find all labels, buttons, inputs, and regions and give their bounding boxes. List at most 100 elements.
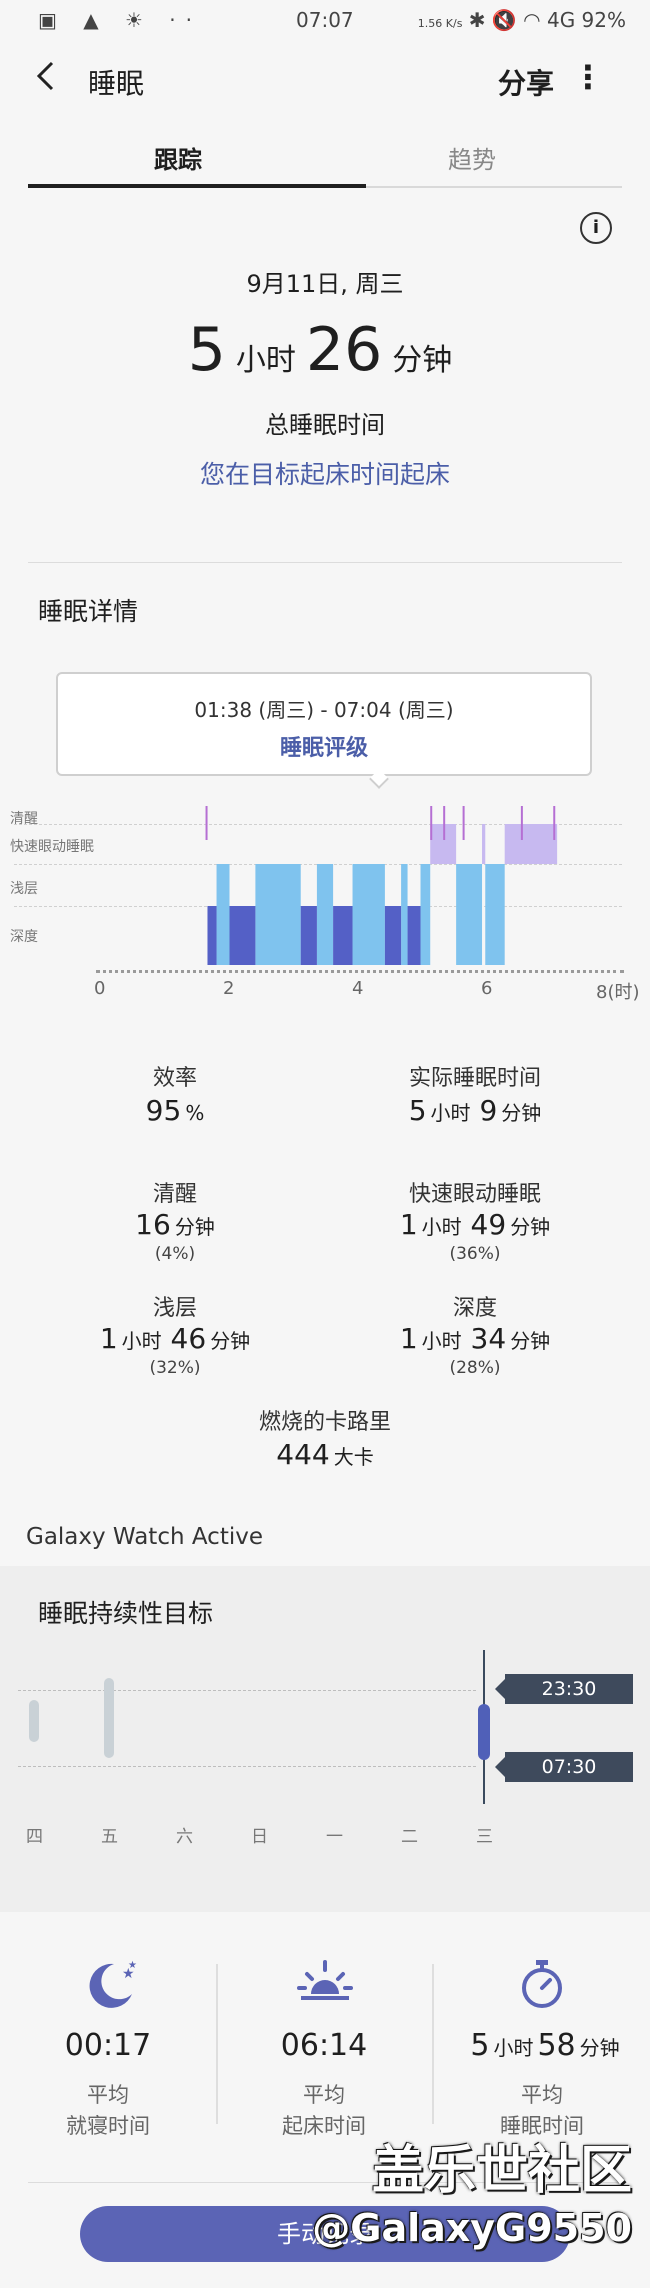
deep-label: 深度 [452, 1296, 497, 1321]
stage-segment-浅层-4 [401, 864, 408, 965]
rem-value: 1 小时 49 分钟 [399, 1208, 551, 1241]
day-sun: 日 [251, 1827, 268, 1847]
stage-segment-清醒-5 [553, 806, 556, 840]
waketime-target-tag: 07:30 [495, 1752, 633, 1782]
stage-segment-清醒-4 [520, 806, 523, 840]
x-axis [96, 970, 624, 973]
stage-segment-浅层-3 [352, 864, 385, 965]
awake-value: 16 分钟 [135, 1208, 215, 1241]
net-speed: 1.56 K/s [417, 17, 463, 30]
info-icon[interactable]: i [580, 212, 612, 244]
goal-bar-thu [29, 1700, 39, 1742]
tab-active-indicator [28, 184, 366, 188]
stage-segment-清醒-1 [430, 806, 433, 840]
total-sleep-label: 总睡眠时间 [265, 411, 385, 439]
x-tick-8: 8(时) [596, 982, 640, 1003]
details-title: 睡眠详情 [38, 597, 139, 626]
svg-text:★: ★ [128, 1960, 137, 1971]
goal-waketime-line [18, 1766, 476, 1767]
more-options-icon[interactable]: ⋮ [572, 58, 604, 96]
sleep-date: 9月11日, 周三 [246, 270, 404, 298]
tab-track[interactable]: 跟踪 [28, 140, 328, 175]
separator [216, 1964, 218, 2124]
goal-title: 睡眠持续性目标 [38, 1599, 214, 1628]
stage-segment-深度-4 [384, 906, 402, 965]
stage-segment-快速眼动睡眠-1 [482, 824, 486, 864]
sunrise-icon [295, 1954, 355, 2014]
avg-duration-value: 5 小时 58 分钟 [470, 2028, 620, 2063]
x-tick-2: 2 [223, 978, 235, 999]
stage-segment-浅层-1 [255, 864, 301, 965]
duration-minutes: 26 [305, 315, 383, 385]
status-bar: ▣ ▲ ☀ ·· 07:07 1.56 K/s ✱ 🔇 ◠ 4G 92% [0, 0, 650, 42]
stage-segment-浅层-5 [420, 864, 431, 965]
stage-segment-浅层-0 [216, 864, 230, 965]
duration-hours: 5 [187, 315, 226, 385]
stage-segment-清醒-3 [462, 806, 465, 840]
day-sat: 六 [176, 1827, 193, 1847]
calories-value: 444 大卡 [276, 1438, 374, 1471]
device-name: Galaxy Watch Active [26, 1524, 263, 1550]
day-tue: 二 [401, 1827, 418, 1847]
stage-segment-深度-1 [229, 906, 256, 965]
wake-message: 您在目标起床时间起床 [199, 460, 450, 489]
deep-value: 1 小时 34 分钟 [399, 1322, 551, 1355]
system-icons: ✱ 🔇 ◠ 4G [468, 8, 576, 32]
stage-segment-浅层-2 [316, 864, 334, 965]
light-value: 1 小时 46 分钟 [99, 1322, 251, 1355]
status-right: 1.56 K/s ✱ 🔇 ◠ 4G 92% [418, 8, 626, 32]
callout-range: 01:38 (周三) - 07:04 (周三) [194, 698, 454, 722]
rem-percent: (36%) [449, 1244, 501, 1264]
calories-label: 燃烧的卡路里 [258, 1410, 391, 1435]
avg-waketime-value: 06:14 [280, 2028, 368, 2063]
stage-segment-深度-0 [207, 906, 217, 965]
goal-bedtime-line [18, 1690, 476, 1691]
x-tick-4: 4 [352, 978, 364, 999]
share-button[interactable]: 分享 [498, 62, 554, 102]
moon-icon: ★ ★ [80, 1954, 140, 2014]
awake-label: 清醒 [152, 1182, 197, 1207]
day-wed: 三 [476, 1827, 493, 1847]
sleep-rating-link[interactable]: 睡眠评级 [58, 730, 590, 762]
awake-percent: (4%) [154, 1244, 196, 1264]
minutes-unit: 分钟 [392, 343, 453, 378]
bedtime-target-tag: 23:30 [495, 1674, 633, 1704]
stage-segment-清醒-0 [205, 806, 208, 840]
battery-level: 92% [581, 8, 626, 32]
deep-percent: (28%) [449, 1358, 501, 1378]
actual-sleep-value: 5 小时 9 分钟 [408, 1094, 542, 1127]
x-tick-0: 0 [94, 978, 106, 999]
avg-bedtime-label: 平均 就寝时间 [66, 2083, 150, 2138]
back-arrow-icon[interactable] [34, 60, 56, 101]
total-duration: 5 小时 26 分钟 [0, 315, 650, 385]
light-percent: (32%) [149, 1358, 201, 1378]
stopwatch-icon [512, 1954, 572, 2014]
rem-label: 快速眼动睡眠 [408, 1182, 541, 1207]
stage-segment-深度-5 [407, 906, 421, 965]
light-label: 浅层 [152, 1296, 197, 1321]
efficiency-label: 效率 [152, 1066, 197, 1091]
x-tick-6: 6 [481, 978, 493, 999]
tab-trend[interactable]: 趋势 [322, 140, 622, 175]
stage-segment-深度-3 [333, 906, 353, 965]
notification-icons: ▣ ▲ ☀ ·· [38, 8, 202, 32]
stage-segment-深度-2 [300, 906, 317, 965]
divider [28, 562, 622, 563]
goal-bar-wed [478, 1704, 490, 1760]
watermark-title: 盖乐世社区 [371, 2141, 632, 2201]
stage-segment-浅层-7 [485, 864, 505, 965]
separator [432, 1964, 434, 2124]
day-fri: 五 [101, 1827, 118, 1847]
efficiency-value: 95% [145, 1094, 205, 1127]
status-time: 07:07 [296, 8, 354, 32]
stage-segment-清醒-2 [443, 806, 446, 840]
stage-segment-快速眼动睡眠-2 [504, 824, 558, 864]
watermark-handle: @GalaxyG9550 [312, 2206, 632, 2250]
day-thu: 四 [26, 1827, 43, 1847]
time-range-callout: 01:38 (周三) - 07:04 (周三) 睡眠评级 [56, 672, 592, 776]
day-mon: 一 [326, 1827, 343, 1847]
actual-sleep-label: 实际睡眠时间 [408, 1066, 541, 1091]
sleep-stage-chart [205, 806, 558, 965]
hours-unit: 小时 [235, 343, 296, 378]
goal-bar-fri [104, 1678, 114, 1758]
